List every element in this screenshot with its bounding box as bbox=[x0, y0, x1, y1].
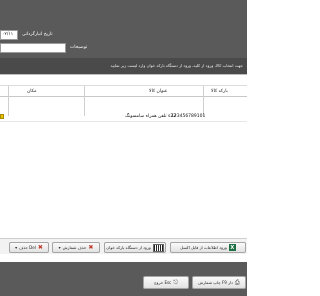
exit-icon: ⎋ bbox=[173, 278, 179, 286]
barcode-scanner-icon bbox=[152, 243, 164, 252]
info-bar: جهت انتخاب کالا، ورود از کلید، ورود از د… bbox=[0, 58, 247, 74]
printer-icon: ⎙ bbox=[234, 278, 240, 286]
barcode-import-label: ورود از دستگاه بارکد خوان bbox=[106, 245, 151, 250]
column-header-location[interactable]: مکان bbox=[27, 89, 37, 94]
grid-header: بارکد کالا عنوان کالا مکان bbox=[0, 85, 247, 116]
date-label: تاریخ انبارگردانی bbox=[22, 32, 53, 37]
excel-icon: X bbox=[228, 244, 236, 251]
action-bar: ▾ حذف Del ✖ ▾ حذف شمارش ✖ ورود از دستگاه… bbox=[0, 238, 247, 254]
chevron-down-icon: ▾ bbox=[15, 244, 18, 250]
delete-icon: ✖ bbox=[37, 243, 43, 251]
delete-button[interactable]: ▾ حذف Del ✖ bbox=[9, 242, 49, 253]
info-text: جهت انتخاب کالا، ورود از کلید، ورود از د… bbox=[110, 63, 243, 68]
print-button[interactable]: چاپ شمارش F9 دار ⎙ bbox=[192, 276, 246, 289]
table-row[interactable]: 123456789101 s22 تلفن همراه سامسونگ bbox=[0, 111, 247, 122]
barcode-import-button[interactable]: ورود از دستگاه بارکد خوان bbox=[104, 242, 166, 253]
delete-icon: ✖ bbox=[88, 243, 94, 251]
description-field[interactable] bbox=[0, 43, 66, 53]
description-label: توضیحات bbox=[70, 45, 88, 50]
column-header-title[interactable]: عنوان کالا bbox=[149, 89, 167, 94]
remove-inventory-button[interactable]: ▾ حذف شمارش ✖ bbox=[52, 242, 100, 253]
column-header-barcode[interactable]: بارکد کالا bbox=[211, 89, 228, 94]
excel-import-label: ورود اطلاعات از فایل اکسل bbox=[180, 245, 227, 250]
date-value: ۰۲/۱۱ bbox=[2, 32, 14, 37]
delete-button-label: حذف Del bbox=[19, 245, 36, 250]
exit-button[interactable]: خروج Esc ⎋ bbox=[143, 276, 189, 289]
chevron-down-icon: ▾ bbox=[58, 244, 61, 250]
date-field[interactable]: ۰۲/۱۱ bbox=[0, 30, 18, 40]
remove-inventory-label: حذف شمارش bbox=[62, 245, 87, 250]
print-button-label: چاپ شمارش F9 دار bbox=[198, 280, 233, 285]
row-marker-icon bbox=[0, 114, 4, 119]
excel-import-button[interactable]: ورود اطلاعات از فایل اکسل X bbox=[170, 242, 246, 253]
barcode-cell: 123456789101 bbox=[171, 114, 206, 119]
exit-button-label: خروج Esc bbox=[153, 280, 172, 285]
items-grid: بارکد کالا عنوان کالا مکان 123456789101 … bbox=[0, 74, 247, 238]
title-cell: s22 تلفن همراه سامسونگ bbox=[125, 114, 177, 119]
